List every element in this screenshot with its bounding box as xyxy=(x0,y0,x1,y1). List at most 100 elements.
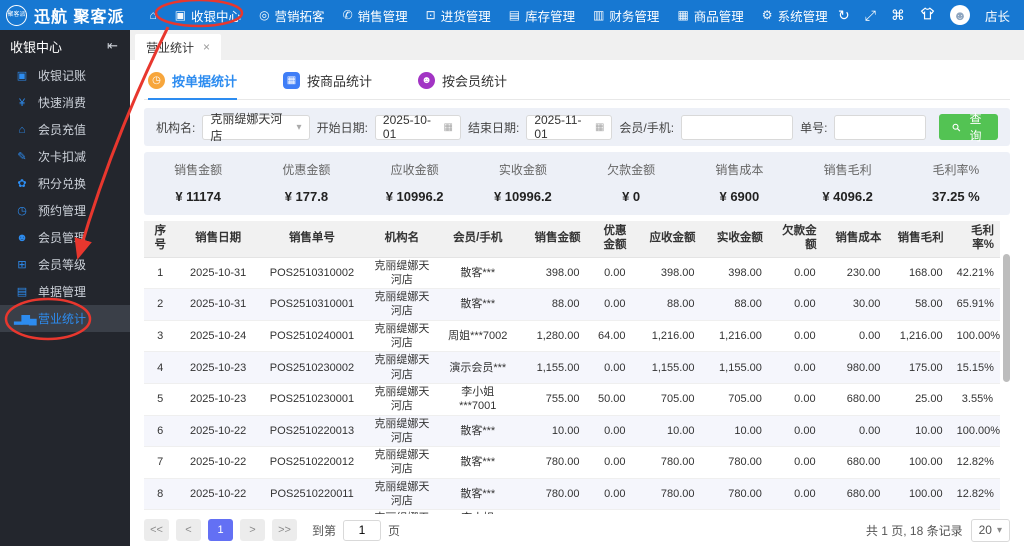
table-cell: 散客*** xyxy=(439,257,516,290)
first-page-button[interactable]: << xyxy=(144,519,169,541)
nav-item-label: 财务管理 xyxy=(609,9,660,24)
table-cell: 10.00 xyxy=(632,415,702,448)
nav-item-收银中心[interactable]: ▣ 收银中心 xyxy=(166,0,250,30)
nav-item-label: 商品管理 xyxy=(693,9,744,24)
page-size-value: 20 xyxy=(978,523,992,537)
sidebar: 收银中心 ⇤ ▣ 收银记账 ¥ 快速消费 ⌂ 会员充值 ✎ 次卡扣减 ✿ 积分兑换 ◷ 预约管理 ☻ 会员… xyxy=(0,30,130,546)
table-cell: 0.00 xyxy=(768,478,823,511)
nav-item-进货管理[interactable]: ⊡ 进货管理 xyxy=(417,0,500,30)
cashier-center-icon: ▣ xyxy=(174,8,187,22)
pagination: << < 1 > >> 到第 页 共 1 页, 18 条记录 20 ▾ xyxy=(144,514,1010,546)
table-cell: 散客*** xyxy=(439,415,516,448)
table-cell: 克丽缇娜天河店 xyxy=(363,446,440,479)
tab-business-stats[interactable]: 营业统计 × xyxy=(135,34,222,60)
column-header: 销售毛利 xyxy=(887,221,950,258)
stats-table: 序号 销售日期 销售单号 机构名 会员/手机 销售金额 优惠金额 应收金额 实收金额 欠款金额 销售… xyxy=(144,221,1000,514)
goto-page-input[interactable] xyxy=(343,519,382,541)
close-icon[interactable]: × xyxy=(203,40,210,54)
purchase-manage-icon: ⊡ xyxy=(425,8,436,22)
org-select[interactable]: 克丽缇娜天河店 ▾ xyxy=(202,112,310,143)
table-cell: 1,216.00 xyxy=(632,320,702,353)
sidebar-item-会员充值[interactable]: ⌂ 会员充值 xyxy=(0,116,130,143)
query-button[interactable]: 查询 xyxy=(939,112,998,143)
table-cell: 2025-10-31 xyxy=(176,288,260,321)
scrollbar-thumb[interactable] xyxy=(1003,254,1010,382)
sidebar-item-会员管理[interactable]: ☻ 会员管理 xyxy=(0,224,130,251)
table-cell: 1 xyxy=(144,257,177,290)
apps-icon[interactable]: ⌘ xyxy=(891,7,905,24)
nav-item-home[interactable]: ⌂ xyxy=(140,0,165,30)
table-cell: 50.00 xyxy=(586,383,633,416)
avatar[interactable]: ☻ xyxy=(949,5,970,25)
page-size-select[interactable]: 20 ▾ xyxy=(970,518,1010,542)
column-header: 销售单号 xyxy=(259,221,364,258)
clothes-icon[interactable] xyxy=(920,7,935,23)
table-cell: 9 xyxy=(144,509,177,514)
points-exchange-icon: ✿ xyxy=(17,178,26,190)
column-header: 会员/手机 xyxy=(439,221,516,258)
order-no-input[interactable] xyxy=(834,114,927,140)
table-cell: 755.00 xyxy=(515,383,587,416)
summary-cell: 实收金额 ¥ 10996.2 xyxy=(469,161,577,204)
sidebar-item-label: 预约管理 xyxy=(38,204,87,218)
sidebar-item-快速消费[interactable]: ¥ 快速消费 xyxy=(0,89,130,116)
nav-item-销售管理[interactable]: ✆ 销售管理 xyxy=(334,0,417,30)
last-page-button[interactable]: >> xyxy=(272,519,297,541)
sidebar-item-单据管理[interactable]: ▤ 单据管理 xyxy=(0,278,130,305)
stat-tab-按会员统计[interactable]: ☻ 按会员统计 xyxy=(418,71,507,100)
sidebar-item-label: 会员等级 xyxy=(38,258,87,272)
table-cell: 168.00 xyxy=(887,257,950,290)
reservation-icon: ◷ xyxy=(17,205,27,217)
next-page-button[interactable]: > xyxy=(240,519,265,541)
fullscreen-icon[interactable]: ⤢ xyxy=(865,7,876,24)
sidebar-item-营业统计[interactable]: ▂▆▄ 营业统计 xyxy=(0,305,130,332)
table-cell: 2 xyxy=(144,288,177,321)
stat-tab-按商品统计[interactable]: ▦ 按商品统计 xyxy=(283,71,372,100)
user-role[interactable]: 店长 xyxy=(985,6,1010,25)
sidebar-item-label: 会员充值 xyxy=(38,123,87,137)
table-cell: 克丽缇娜天河店 xyxy=(363,351,440,384)
table-cell: 780.00 xyxy=(701,446,769,479)
nav-item-库存管理[interactable]: ▤ 库存管理 xyxy=(500,0,584,30)
table-cell: 175.00 xyxy=(887,351,950,384)
stat-tab-按单据统计[interactable]: ◷ 按单据统计 xyxy=(148,71,238,100)
refresh-icon[interactable]: ↻ xyxy=(838,7,850,24)
prev-page-button[interactable]: < xyxy=(176,519,201,541)
table-cell: 705.00 xyxy=(632,383,702,416)
table-cell: 705.00 xyxy=(701,383,769,416)
collapse-sidebar-icon[interactable]: ⇤ xyxy=(107,38,118,54)
table-cell: POS2510220010 xyxy=(259,509,364,514)
nav-item-商品管理[interactable]: ▦ 商品管理 xyxy=(668,0,752,30)
member-stats-icon: ☻ xyxy=(418,72,436,89)
table-cell: 10.00 xyxy=(515,415,587,448)
column-header: 销售日期 xyxy=(176,221,260,258)
table-cell: 780.00 xyxy=(515,478,587,511)
page-1-button[interactable]: 1 xyxy=(208,519,233,541)
table-cell: 2025-10-23 xyxy=(176,351,260,384)
end-date-input[interactable]: 2025-11-01 ▦ xyxy=(526,113,613,141)
column-header: 序号 xyxy=(144,221,177,258)
table-cell: 1,155.00 xyxy=(632,351,702,384)
sidebar-item-收银记账[interactable]: ▣ 收银记账 xyxy=(0,62,130,89)
member-phone-input[interactable] xyxy=(681,114,794,140)
table-cell: 1,216.00 xyxy=(701,320,769,353)
summary-bar: 销售金额 ¥ 11174 优惠金额 ¥ 177.8 应收金额 ¥ 10996.2 实收金额 ¥… xyxy=(144,152,1010,215)
table-cell: 80.00 xyxy=(887,509,950,514)
table-cell: 2025-10-24 xyxy=(176,320,260,353)
member-level-icon: ⊞ xyxy=(17,259,26,271)
sidebar-item-积分兑换[interactable]: ✿ 积分兑换 xyxy=(0,170,130,197)
goods-manage-icon: ▦ xyxy=(677,8,689,22)
table-header-row: 序号 销售日期 销售单号 机构名 会员/手机 销售金额 优惠金额 应收金额 实收金额 欠款金额 销售… xyxy=(144,221,1000,258)
sidebar-item-会员等级[interactable]: ⊞ 会员等级 xyxy=(0,251,130,278)
table-cell: 散客*** xyxy=(439,446,516,479)
start-date-input[interactable]: 2025-10-01 ▦ xyxy=(374,113,461,141)
sidebar-item-次卡扣减[interactable]: ✎ 次卡扣减 xyxy=(0,143,130,170)
nav-item-营销拓客[interactable]: ◎ 营销拓客 xyxy=(250,0,334,30)
sidebar-item-预约管理[interactable]: ◷ 预约管理 xyxy=(0,197,130,224)
nav-item-系统管理[interactable]: ⚙ 系统管理 xyxy=(753,0,837,30)
table-cell: 5 xyxy=(144,383,177,416)
logo-seal-icon: 聚客派 xyxy=(6,4,27,26)
nav-item-财务管理[interactable]: ▥ 财务管理 xyxy=(584,0,668,30)
table-cell: POS2510220011 xyxy=(259,478,364,511)
table-cell: POS2510220013 xyxy=(259,415,364,448)
